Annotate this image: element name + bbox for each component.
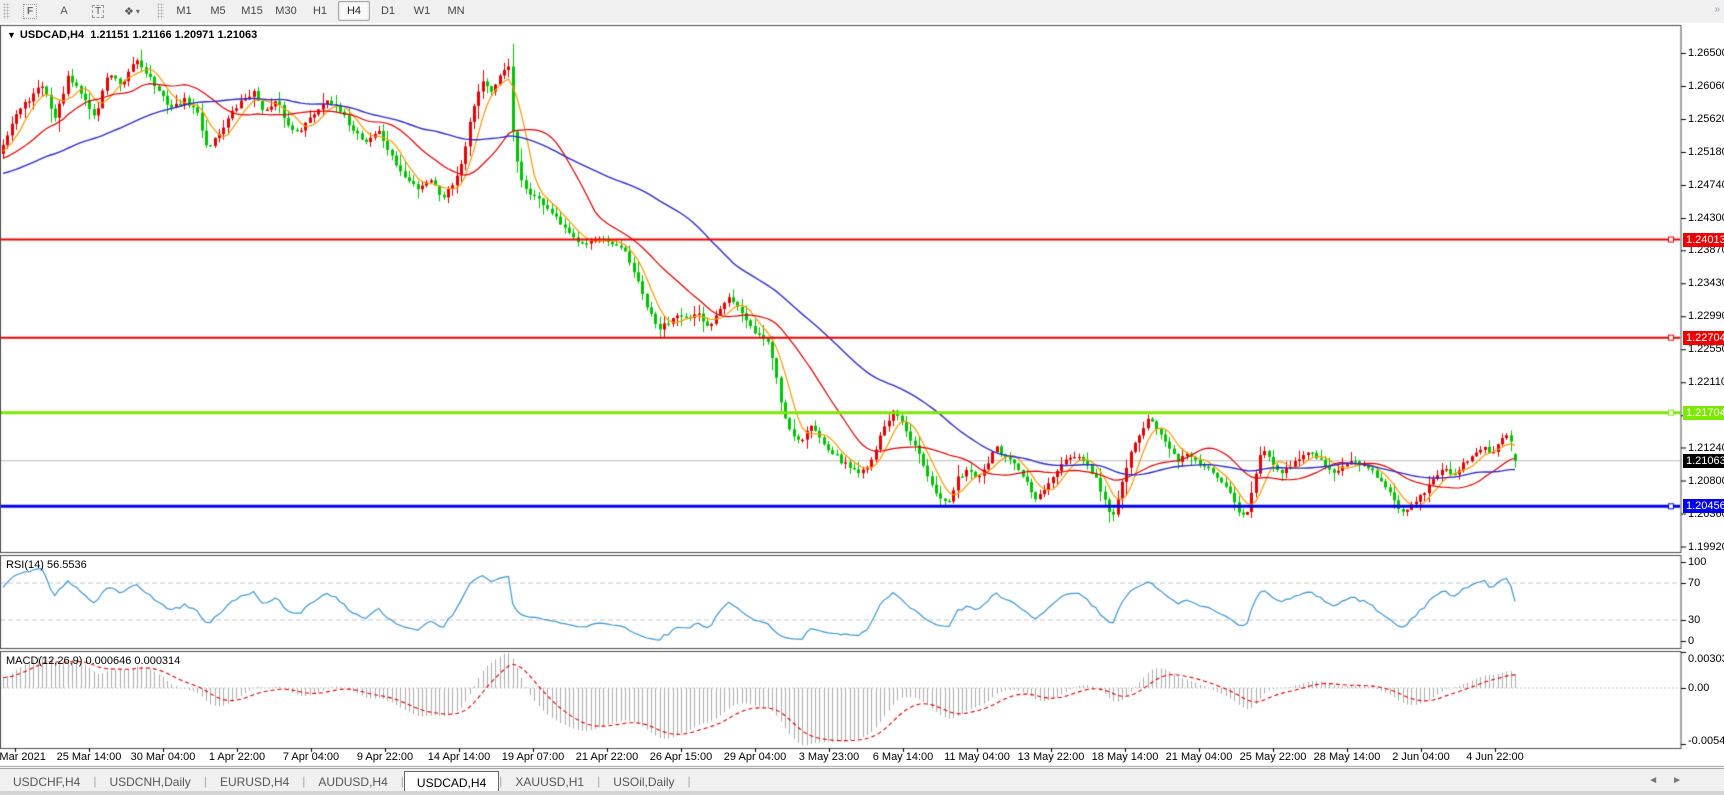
price-axis-tick-label: 1.19920 bbox=[1688, 541, 1724, 553]
price-line-badge: 1.21063 bbox=[1683, 454, 1724, 468]
price-axis-tick-label: 1.20800 bbox=[1688, 475, 1724, 487]
price-axis-tick-label: 1.26060 bbox=[1688, 80, 1724, 92]
time-axis-label: 28 May 14:00 bbox=[1314, 751, 1381, 763]
indicator-axis-tick-label: 0.00 bbox=[1688, 682, 1709, 694]
rsi-indicator-label: RSI(14) 56.5536 bbox=[6, 559, 87, 571]
indicator-axis-tick-label: 30 bbox=[1688, 614, 1700, 626]
time-axis-label: 21 Apr 22:00 bbox=[576, 751, 638, 763]
price-axis-tick-label: 1.25620 bbox=[1688, 113, 1724, 125]
price-axis-tick-label: 1.22110 bbox=[1688, 376, 1724, 388]
price-axis-tick-label: 1.22550 bbox=[1688, 343, 1724, 355]
time-axis-label: 29 Apr 04:00 bbox=[724, 751, 786, 763]
price-axis-tick-label: 1.21240 bbox=[1688, 442, 1724, 454]
time-axis-label: 26 Apr 15:00 bbox=[650, 751, 712, 763]
time-axis-label: 14 Apr 14:00 bbox=[428, 751, 490, 763]
price-axis-tick-label: 1.25180 bbox=[1688, 146, 1724, 158]
chart-title: ▼ USDCAD,H4 1.21151 1.21166 1.20971 1.210… bbox=[7, 29, 257, 41]
time-axis-label: 4 Jun 22:00 bbox=[1466, 751, 1524, 763]
time-axis-label: 7 Apr 04:00 bbox=[283, 751, 339, 763]
time-axis-label: 30 Mar 04:00 bbox=[131, 751, 196, 763]
price-line-badge: 1.20456 bbox=[1683, 499, 1724, 513]
time-axis-label: 25 Mar 14:00 bbox=[57, 751, 122, 763]
price-axis-tick-label: 1.24300 bbox=[1688, 212, 1724, 224]
price-axis-tick-label: 1.26500 bbox=[1688, 47, 1724, 59]
price-chart-canvas[interactable] bbox=[0, 0, 1724, 795]
macd-indicator-label: MACD(12,26,9) 0.000646 0.000314 bbox=[6, 655, 180, 667]
price-axis-tick-label: 1.24740 bbox=[1688, 179, 1724, 191]
time-axis-label: 1 Apr 22:00 bbox=[209, 751, 265, 763]
indicator-axis-tick-label: 70 bbox=[1688, 577, 1700, 589]
indicator-axis-tick-label: -0.005429 bbox=[1688, 735, 1724, 747]
time-axis-label: 11 May 04:00 bbox=[944, 751, 1010, 763]
time-axis-label: 25 May 22:00 bbox=[1240, 751, 1307, 763]
chart-dropdown-icon[interactable]: ▼ bbox=[7, 30, 16, 40]
price-line-badge: 1.21704 bbox=[1683, 406, 1724, 420]
time-axis-label: 3 May 23:00 bbox=[799, 751, 860, 763]
price-axis-tick-label: 1.23430 bbox=[1688, 277, 1724, 289]
time-axis-label: 13 May 22:00 bbox=[1018, 751, 1085, 763]
time-axis-label: 21 May 04:00 bbox=[1166, 751, 1233, 763]
price-line-badge: 1.24013 bbox=[1683, 233, 1724, 247]
indicator-axis-tick-label: 0 bbox=[1688, 635, 1694, 647]
chart-symbol-label: USDCAD,H4 bbox=[20, 29, 84, 41]
price-axis-tick-label: 1.22990 bbox=[1688, 310, 1724, 322]
time-axis-label: 6 May 14:00 bbox=[873, 751, 934, 763]
time-axis-label: 19 Apr 07:00 bbox=[502, 751, 564, 763]
time-axis-label: 2 Jun 04:00 bbox=[1392, 751, 1450, 763]
mt4-terminal-window: { "toolbar": { "tools": [ {"name": "fibo… bbox=[0, 0, 1724, 795]
time-axis-label: 9 Apr 22:00 bbox=[357, 751, 413, 763]
chart-ohlc-values: 1.21151 1.21166 1.20971 1.21063 bbox=[90, 29, 257, 41]
time-axis-label: 18 May 14:00 bbox=[1092, 751, 1159, 763]
time-axis-label: 22 Mar 2021 bbox=[0, 751, 46, 763]
indicator-axis-tick-label: 0.003035 bbox=[1688, 653, 1724, 665]
indicator-axis-tick-label: 100 bbox=[1688, 556, 1706, 568]
price-line-badge: 1.22704 bbox=[1683, 331, 1724, 345]
